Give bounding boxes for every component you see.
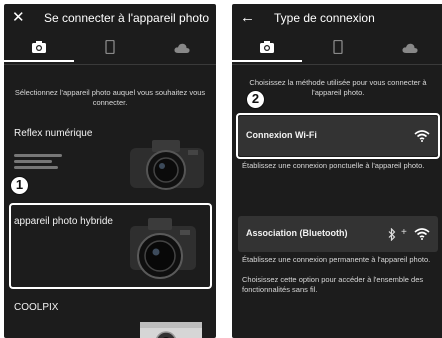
bluetooth-option-label: Association (Bluetooth) — [246, 228, 348, 238]
compact-camera-image — [140, 322, 202, 338]
plus-sign: + — [401, 227, 407, 238]
camera-selection-screen: ✕ Se connecter à l'appareil photo Sélect… — [4, 4, 216, 338]
wifi-icon — [414, 228, 430, 240]
camera-icon — [32, 41, 46, 53]
bluetooth-pairing-option[interactable]: Association (Bluetooth) + — [238, 216, 438, 252]
bluetooth-option-description: Établissez une connexion permanente à l'… — [242, 255, 431, 264]
arrow-left-icon[interactable]: ← — [240, 10, 256, 26]
tab-divider — [232, 64, 442, 65]
close-icon[interactable]: ✕ — [12, 10, 28, 26]
wifi-option-description: Établissez une connexion ponctuelle à l'… — [242, 161, 425, 170]
tab-smartphone[interactable] — [303, 36, 373, 62]
step-callout-2: 2 — [246, 90, 265, 109]
tab-cloud[interactable] — [374, 36, 442, 62]
smartphone-icon — [105, 40, 115, 54]
tab-smartphone[interactable] — [75, 36, 145, 62]
active-tab-indicator — [4, 60, 74, 62]
screen-title: Type de connexion — [274, 11, 375, 25]
tab-cloud[interactable] — [146, 36, 216, 62]
blurred-text — [14, 154, 62, 157]
cloud-icon — [174, 43, 190, 53]
camera-option-coolpix[interactable]: COOLPIX — [4, 294, 216, 338]
tab-bar — [4, 36, 216, 62]
camera-option-label: COOLPIX — [14, 302, 59, 313]
tab-camera[interactable] — [4, 36, 74, 62]
camera-icon — [260, 41, 274, 53]
blurred-text — [14, 160, 52, 163]
step-callout-1: 1 — [10, 176, 29, 195]
bluetooth-icon — [388, 228, 396, 241]
active-tab-indicator — [232, 60, 302, 62]
camera-option-reflex[interactable]: Reflex numérique — [4, 116, 216, 198]
cloud-icon — [402, 43, 418, 53]
connection-type-screen: ← Type de connexion Choisissez la méthod… — [232, 4, 442, 338]
top-bar: ← Type de connexion — [232, 4, 442, 34]
selection-highlight — [236, 113, 440, 159]
dslr-camera-image — [130, 140, 204, 190]
instruction-text: Choisissez la méthode utilisée pour vous… — [249, 78, 427, 97]
tab-divider — [4, 64, 216, 65]
screen-title: Se connecter à l'appareil photo — [44, 11, 210, 25]
smartphone-icon — [333, 40, 343, 54]
tab-bar — [232, 36, 442, 62]
blurred-text — [14, 166, 58, 169]
bluetooth-option-description-2: Choisissez cette option pour accéder à l… — [242, 275, 424, 294]
top-bar: ✕ Se connecter à l'appareil photo — [4, 4, 216, 34]
tab-camera[interactable] — [232, 36, 302, 62]
instruction-text: Sélectionnez l'appareil photo auquel vou… — [14, 88, 206, 107]
camera-option-label: Reflex numérique — [14, 128, 93, 139]
selection-highlight — [9, 203, 212, 289]
